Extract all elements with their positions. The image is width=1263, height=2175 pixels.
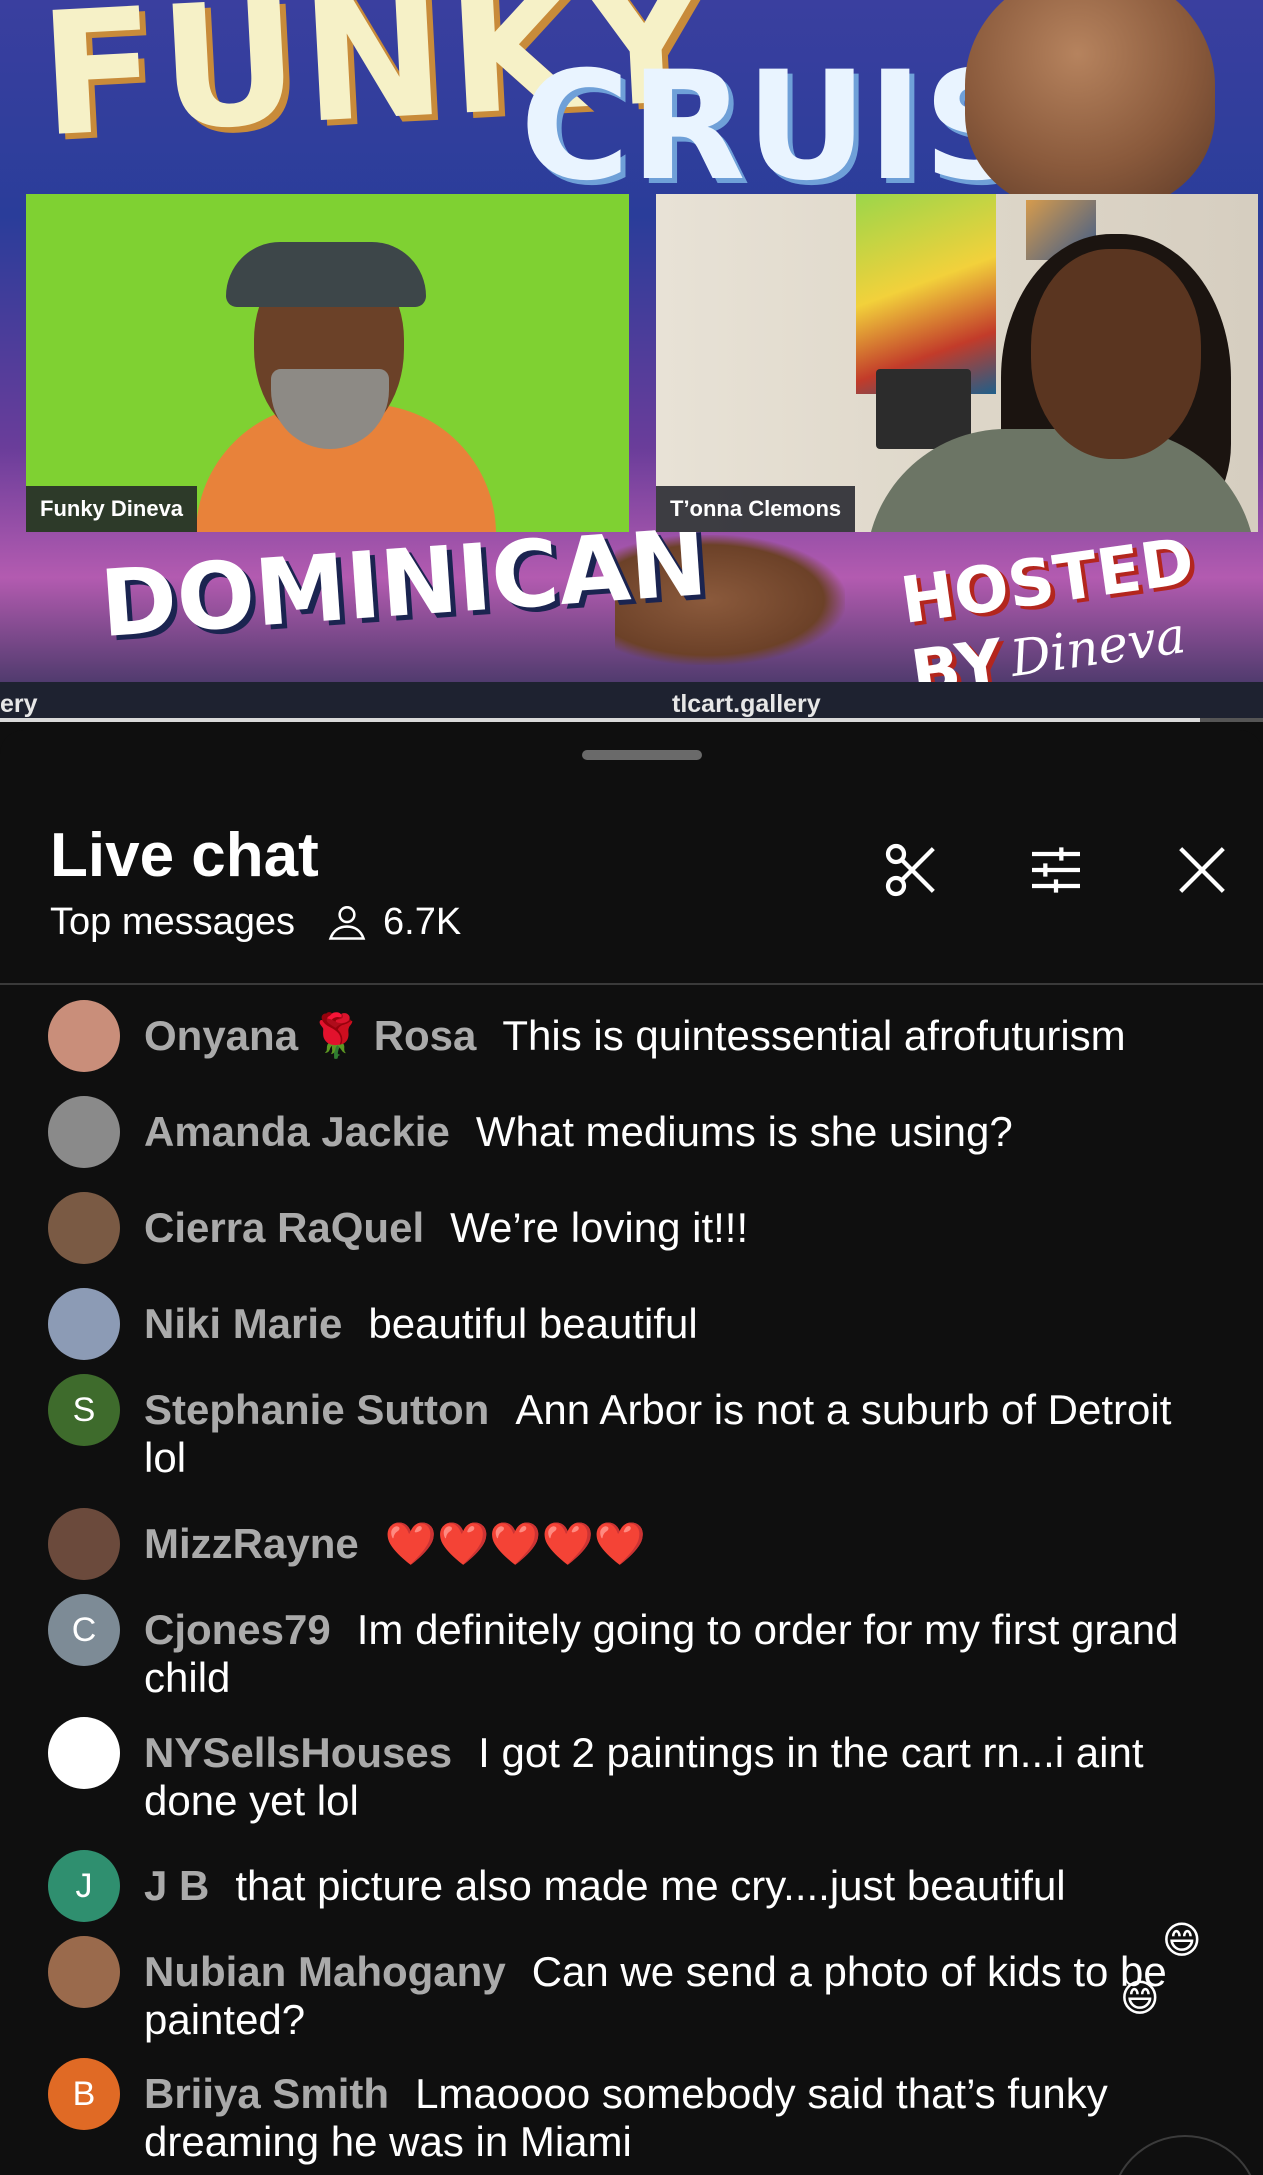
scissors-icon — [885, 843, 935, 897]
chat-message[interactable]: NYSellsHouses I got 2 paintings in the ca… — [48, 1717, 1218, 1825]
avatar[interactable]: S — [48, 1374, 120, 1446]
message-text: that picture also made me cry....just be… — [235, 1862, 1066, 1909]
avatar[interactable] — [48, 1717, 120, 1789]
host-face-graphic — [965, 0, 1215, 210]
avatar[interactable] — [48, 1508, 120, 1580]
participant-tile-right: T’onna Clemons — [656, 194, 1258, 532]
avatar[interactable] — [48, 1936, 120, 2008]
message-author[interactable]: Niki Marie — [144, 1300, 342, 1347]
close-button[interactable] — [1170, 838, 1234, 902]
viewer-count: 6.7K — [383, 900, 462, 943]
chat-mode-label: Top messages — [50, 900, 296, 943]
message-author[interactable]: Onyana 🌹 Rosa — [144, 1012, 476, 1059]
participant-name-tag: T’onna Clemons — [656, 486, 856, 532]
header-divider — [0, 983, 1263, 985]
message-author[interactable]: Amanda Jackie — [144, 1108, 450, 1155]
video-progress-fill — [0, 718, 1200, 722]
chat-message[interactable]: MizzRayne ❤️❤️❤️❤️❤️ — [48, 1508, 1218, 1580]
chat-message[interactable]: Nubian Mahogany Can we send a photo of ki… — [48, 1936, 1218, 2044]
message-text: This is quintessential afrofuturism — [502, 1012, 1126, 1059]
message-body: Amanda Jackie What mediums is she using? — [144, 1096, 1214, 1156]
avatar[interactable] — [48, 1288, 120, 1360]
message-text: We’re loving it!!! — [450, 1204, 749, 1251]
message-body: Onyana 🌹 Rosa This is quintessential afro… — [144, 1000, 1214, 1060]
avatar[interactable]: B — [48, 2058, 120, 2130]
avatar[interactable]: C — [48, 1594, 120, 1666]
sliders-icon — [1032, 847, 1080, 893]
message-text: ❤️❤️❤️❤️❤️ — [384, 1520, 647, 1567]
chat-message[interactable]: B Briiya Smith Lmaoooo somebody said that… — [48, 2058, 1218, 2166]
chat-message[interactable]: J J B that picture also made me cry....ju… — [48, 1850, 1218, 1922]
message-body: Stephanie Sutton Ann Arbor is not a subur… — [144, 1374, 1214, 1482]
chat-message[interactable]: Cierra RaQuel We’re loving it!!! — [48, 1192, 1218, 1264]
message-body: Nubian Mahogany Can we send a photo of ki… — [144, 1936, 1214, 2044]
avatar[interactable] — [48, 1000, 120, 1072]
message-author[interactable]: MizzRayne — [144, 1520, 359, 1567]
floating-reaction-emoji: 😄 — [1120, 1978, 1160, 2020]
close-icon — [1179, 847, 1225, 893]
message-body: J B that picture also made me cry....just… — [144, 1850, 1214, 1910]
message-author[interactable]: Cjones79 — [144, 1606, 331, 1653]
video-progress-bar[interactable] — [0, 718, 1263, 722]
message-author[interactable]: J B — [144, 1862, 209, 1909]
participant-head — [1031, 249, 1201, 459]
clip-button[interactable] — [880, 838, 944, 902]
chat-message[interactable]: Amanda Jackie What mediums is she using? — [48, 1096, 1218, 1168]
drag-handle[interactable] — [582, 750, 702, 760]
video-player[interactable]: FUNKY CRUISE DOMINICAN HOSTED BY Dineva … — [0, 0, 1263, 722]
message-text: What mediums is she using? — [475, 1108, 1013, 1155]
message-body: Briiya Smith Lmaoooo somebody said that’s… — [144, 2058, 1214, 2166]
chat-message[interactable]: Niki Marie beautiful beautiful — [48, 1288, 1218, 1360]
chat-message[interactable]: C Cjones79 Im definitely going to order f… — [48, 1594, 1218, 1702]
participant-name-tag: Funky Dineva — [26, 486, 198, 532]
message-body: Niki Marie beautiful beautiful — [144, 1288, 1214, 1348]
message-author[interactable]: Nubian Mahogany — [144, 1948, 506, 1995]
live-chat-panel: Live chat Top messages 6.7K Onyana 🌹 Ros… — [0, 730, 1263, 2175]
avatar[interactable] — [48, 1096, 120, 1168]
video-url-left-fragment: ery — [0, 690, 38, 718]
filter-button[interactable] — [1024, 838, 1088, 902]
floating-reaction-emoji: 😄 — [1162, 1920, 1202, 1962]
message-author[interactable]: Cierra RaQuel — [144, 1204, 424, 1251]
message-body: NYSellsHouses I got 2 paintings in the ca… — [144, 1717, 1214, 1825]
participant-tile-left: Funky Dineva — [26, 194, 629, 532]
message-text: beautiful beautiful — [368, 1300, 698, 1347]
message-body: MizzRayne ❤️❤️❤️❤️❤️ — [144, 1508, 1214, 1568]
video-url-text: tlcart.gallery — [672, 690, 821, 718]
participant-cap — [226, 242, 426, 307]
message-author[interactable]: NYSellsHouses — [144, 1729, 452, 1776]
chat-message[interactable]: S Stephanie Sutton Ann Arbor is not a sub… — [48, 1374, 1218, 1482]
message-author[interactable]: Stephanie Sutton — [144, 1386, 489, 1433]
avatar[interactable] — [48, 1192, 120, 1264]
avatar[interactable]: J — [48, 1850, 120, 1922]
chat-title: Live chat — [50, 821, 319, 890]
message-body: Cierra RaQuel We’re loving it!!! — [144, 1192, 1214, 1252]
message-author[interactable]: Briiya Smith — [144, 2070, 389, 2117]
message-body: Cjones79 Im definitely going to order for… — [144, 1594, 1214, 1702]
chat-message[interactable]: Onyana 🌹 Rosa This is quintessential afro… — [48, 1000, 1218, 1072]
chat-mode-selector[interactable]: Top messages 6.7K — [50, 900, 461, 944]
viewers-icon — [328, 906, 366, 940]
painting-graphic — [856, 194, 996, 394]
video-url-banner — [0, 682, 1263, 722]
